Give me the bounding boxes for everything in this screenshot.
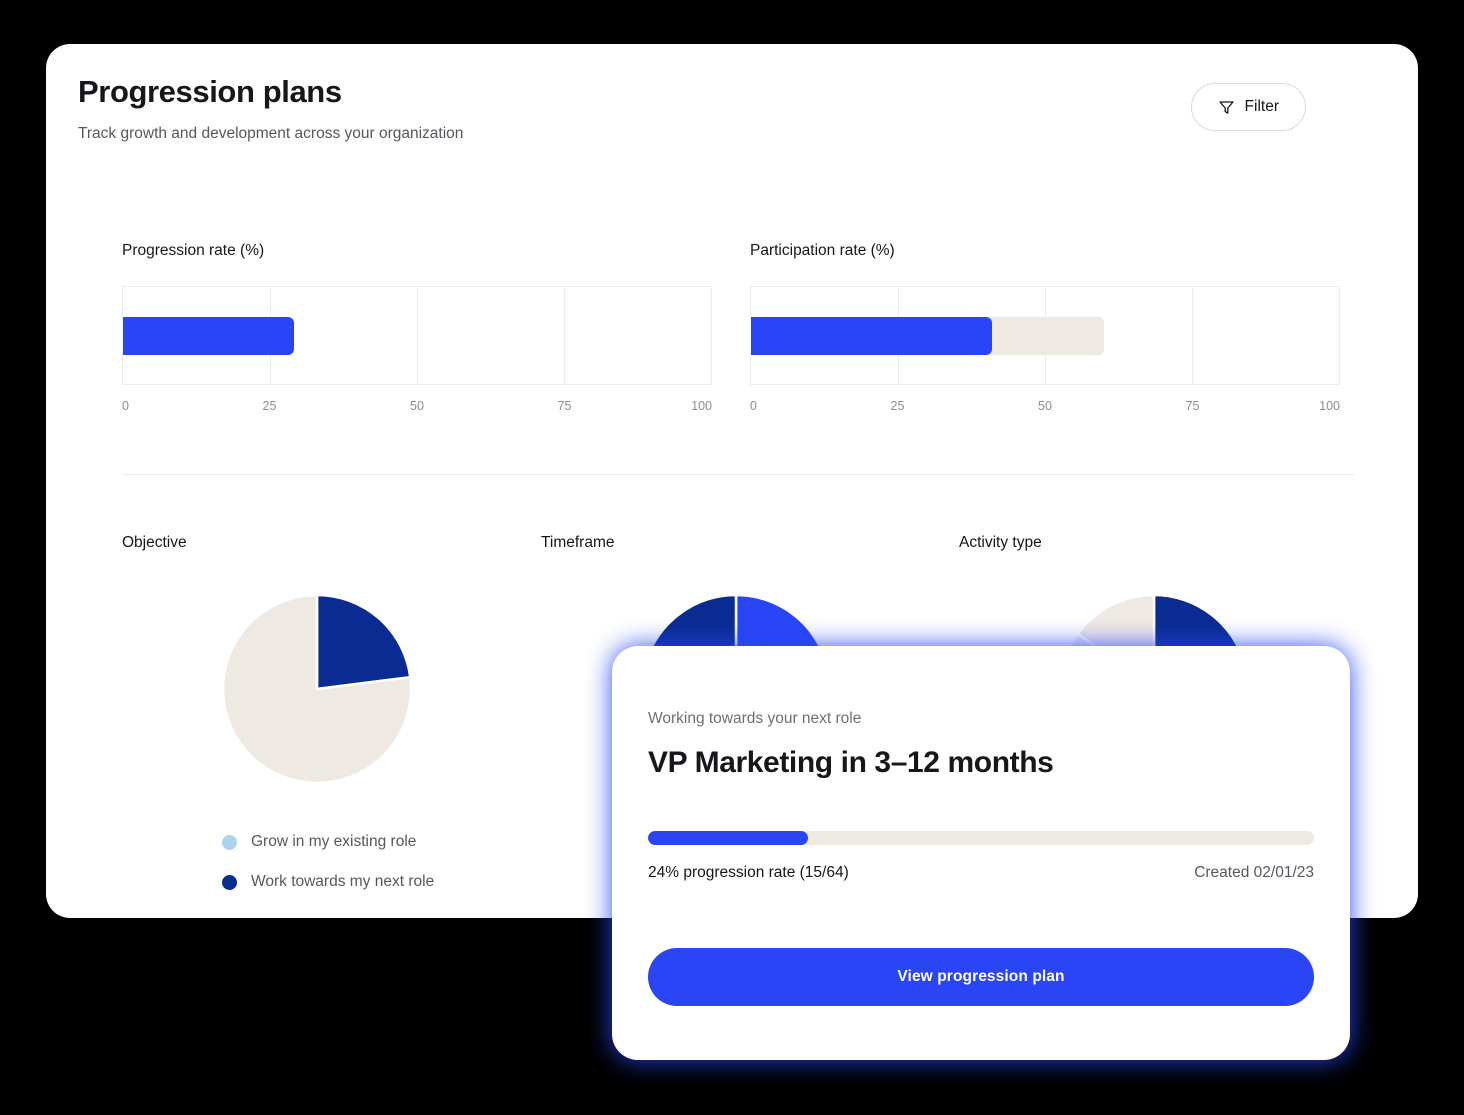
x-axis-tick-label: 50 [1038, 399, 1052, 413]
legend-label: Work towards my next role [251, 873, 435, 890]
bar-track [123, 316, 711, 355]
x-axis-tick-label: 25 [262, 399, 277, 413]
x-axis-tick-label: 0 [122, 399, 129, 413]
pie-chart [222, 594, 412, 784]
legend-dot-icon [222, 874, 237, 890]
created-date-label: Created 02/01/23 [1194, 864, 1314, 881]
participation-rate-chart: Participation rate (%) 0 25 50 75 100 [750, 240, 1340, 416]
x-axis-tick-label: 75 [557, 399, 572, 413]
chart-title: Timeframe [541, 534, 615, 551]
progression-rate-label: 24% progression rate (15/64) [648, 864, 849, 881]
objective-pie-block: Objective Grow in my existing role Work … [122, 532, 522, 902]
legend-item: Grow in my existing role [222, 822, 522, 862]
progress-bar [648, 831, 1314, 845]
filter-button[interactable]: Filter [1190, 83, 1306, 131]
legend-dot-icon [222, 834, 237, 850]
filter-button-label: Filter [1244, 98, 1279, 115]
progression-rate-chart: Progression rate (%) 0 25 50 75 100 [122, 240, 712, 416]
page-subtitle: Track growth and development across your… [78, 125, 464, 142]
pie-legend: Grow in my existing role Work towards my… [222, 822, 522, 902]
page-title: Progression plans [78, 74, 342, 109]
bar-segment-participated [751, 316, 993, 355]
x-axis: 0 25 50 75 100 [122, 396, 712, 416]
chart-title: Participation rate (%) [750, 242, 895, 259]
x-axis: 0 25 50 75 100 [750, 396, 1340, 416]
plot-area [122, 286, 712, 385]
x-axis-tick-label: 25 [890, 399, 905, 413]
section-divider [122, 474, 1354, 475]
card-meta: 24% progression rate (15/64) Created 02/… [648, 864, 1314, 882]
screenshot-stage: Progression plans Track growth and devel… [0, 0, 1464, 1115]
card-heading: VP Marketing in 3–12 months [648, 746, 1054, 779]
chart-title: Progression rate (%) [122, 242, 265, 259]
x-axis-tick-label: 100 [691, 399, 712, 413]
page-header: Progression plans Track growth and devel… [78, 72, 1306, 164]
progress-bar-fill [648, 831, 808, 845]
card-eyebrow: Working towards your next role [648, 710, 862, 727]
legend-label: Grow in my existing role [251, 833, 417, 850]
view-progression-plan-button[interactable]: View progression plan [648, 948, 1314, 1006]
legend-item: Work towards my next role [222, 862, 522, 902]
x-axis-tick-label: 100 [1319, 399, 1340, 413]
x-axis-tick-label: 75 [1185, 399, 1200, 413]
plot-area [750, 286, 1340, 385]
x-axis-tick-label: 50 [410, 399, 424, 413]
x-axis-tick-label: 0 [750, 399, 757, 413]
filter-icon [1218, 100, 1234, 114]
bar-segment-progression [123, 316, 294, 355]
bar-track [751, 316, 1339, 355]
progression-plan-card: Working towards your next role VP Market… [612, 646, 1350, 1060]
chart-title: Objective [122, 534, 187, 551]
pie-slice [315, 594, 412, 691]
chart-title: Activity type [959, 534, 1042, 551]
